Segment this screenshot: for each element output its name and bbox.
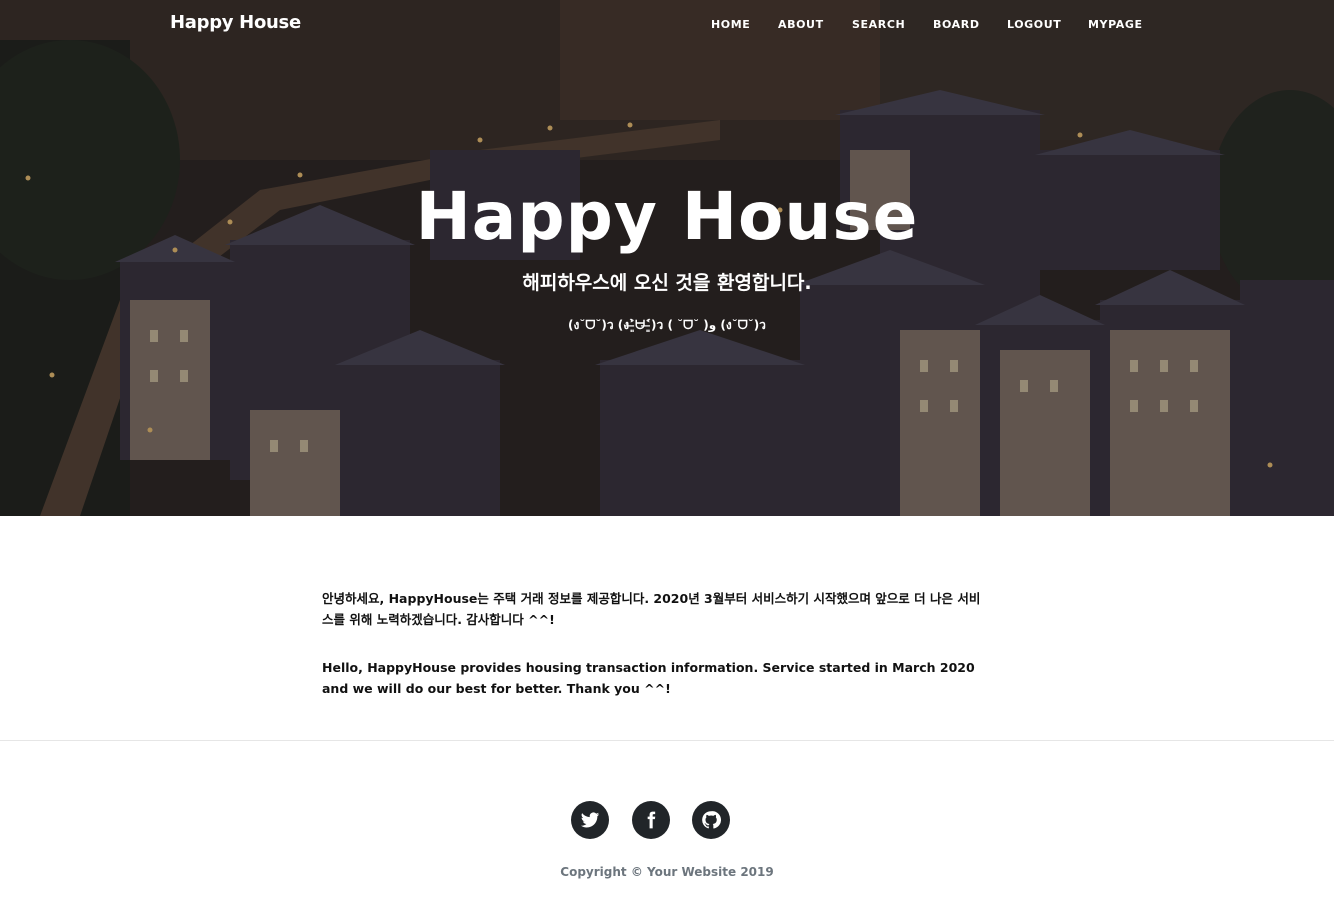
hero-subtitle: 해피하우스에 오신 것을 환영합니다. <box>522 272 812 294</box>
footer: Copyright © Your Website 2019 <box>0 741 1334 908</box>
github-link[interactable] <box>692 801 730 839</box>
about-section: 안녕하세요, HappyHouse는 주택 거래 정보를 제공합니다. 2020… <box>0 516 1334 740</box>
nav-about[interactable]: ABOUT <box>778 18 824 31</box>
about-text-english: Hello, HappyHouse provides housing trans… <box>322 660 975 696</box>
hero-title: Happy House <box>415 178 919 255</box>
nav-mypage[interactable]: MYPAGE <box>1088 18 1143 31</box>
about-text-korean: 안녕하세요, HappyHouse는 주택 거래 정보를 제공합니다. 2020… <box>322 591 981 627</box>
nav-logout[interactable]: LOGOUT <box>1007 18 1061 31</box>
brand-logo[interactable]: Happy House <box>170 12 301 33</box>
nav-search[interactable]: SEARCH <box>852 18 905 31</box>
hero-emoticons: (ง˘ᗜ˘)ว (ง˃̶͈̀ᗨ˂̶͈́)ว ( ˘ᗜ˘ )و (ง˘ᗜ˘)ว <box>568 318 766 332</box>
copyright-text: Copyright © Your Website 2019 <box>560 865 774 879</box>
facebook-link[interactable] <box>632 801 670 839</box>
hero-section: Happy House HOME ABOUT SEARCH BOARD LOGO… <box>0 0 1334 516</box>
nav-board[interactable]: BOARD <box>933 18 980 31</box>
github-icon <box>702 811 721 829</box>
facebook-icon <box>647 811 656 829</box>
nav-home[interactable]: HOME <box>711 18 750 31</box>
hero-overlay <box>0 0 1334 516</box>
twitter-link[interactable] <box>571 801 609 839</box>
top-navbar: Happy House HOME ABOUT SEARCH BOARD LOGO… <box>0 0 1334 50</box>
twitter-icon <box>580 812 600 828</box>
